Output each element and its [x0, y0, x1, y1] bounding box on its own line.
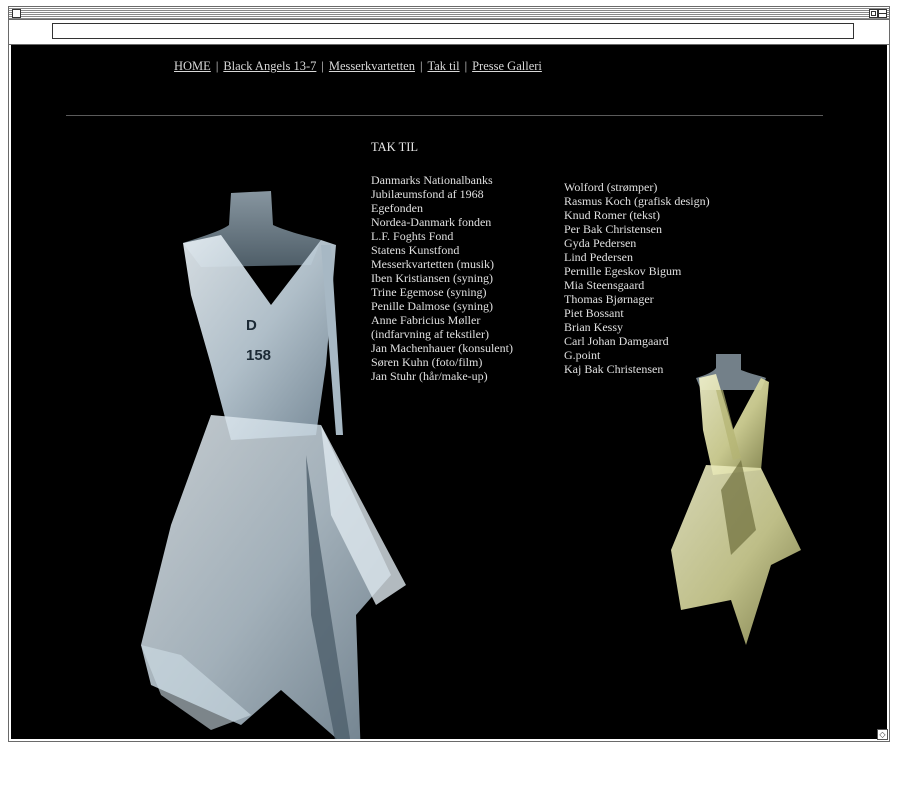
close-box-icon[interactable]: [12, 9, 21, 18]
list-item: Mia Steensgaard: [564, 278, 645, 292]
nav-separator: |: [419, 59, 423, 73]
nav-presse-galleri-link[interactable]: Presse Galleri: [472, 59, 542, 73]
top-nav: HOME | Black Angels 13-7 | Messerkvartetten |…: [174, 59, 542, 74]
list-item: Carl Johan Damgaard: [564, 334, 669, 348]
thanks-list-right: Wolford (strømper) Rasmus Koch (grafisk …: [564, 180, 710, 376]
nav-separator: |: [215, 59, 219, 73]
page-content: HOME | Black Angels 13-7 | Messerkvartetten |…: [11, 45, 887, 739]
resize-handle-icon[interactable]: ◇: [877, 729, 888, 740]
list-item: Lind Pedersen: [564, 250, 633, 264]
list-item: Knud Romer (tekst): [564, 208, 660, 222]
window-title-bar[interactable]: [9, 7, 889, 20]
list-item: Pernille Egeskov Bigum: [564, 264, 682, 278]
nav-black-angels-link[interactable]: Black Angels 13-7: [223, 59, 316, 73]
browser-window: HOME | Black Angels 13-7 | Messerkvartetten |…: [8, 6, 890, 742]
dress-label-text: D: [246, 317, 257, 334]
list-item: Thomas Bjørnager: [564, 292, 654, 306]
nav-separator: |: [464, 59, 468, 73]
nav-tak-til-link[interactable]: Tak til: [427, 59, 459, 73]
list-item: Brian Kessy: [564, 320, 623, 334]
dress-photo-left: D 158: [141, 191, 406, 739]
collapse-box-icon[interactable]: [878, 9, 887, 18]
nav-messerkvartetten-link[interactable]: Messerkvartetten: [329, 59, 415, 73]
zoom-box-icon[interactable]: [869, 9, 878, 18]
dress-label-text: 158: [246, 347, 271, 364]
horizontal-divider: [66, 115, 823, 116]
page-heading: TAK TIL: [371, 140, 419, 154]
toolbar: [9, 20, 889, 45]
nav-home-link[interactable]: HOME: [174, 59, 211, 73]
list-item: Per Bak Christensen: [564, 222, 662, 236]
list-item: Wolford (strømper): [564, 180, 658, 194]
dress-photo-right: [671, 354, 801, 645]
list-item: Rasmus Koch (grafisk design): [564, 194, 710, 208]
nav-separator: |: [321, 59, 324, 73]
list-item: Piet Bossant: [564, 306, 624, 320]
list-item: Gyda Pedersen: [564, 236, 637, 250]
address-field[interactable]: [52, 23, 854, 39]
